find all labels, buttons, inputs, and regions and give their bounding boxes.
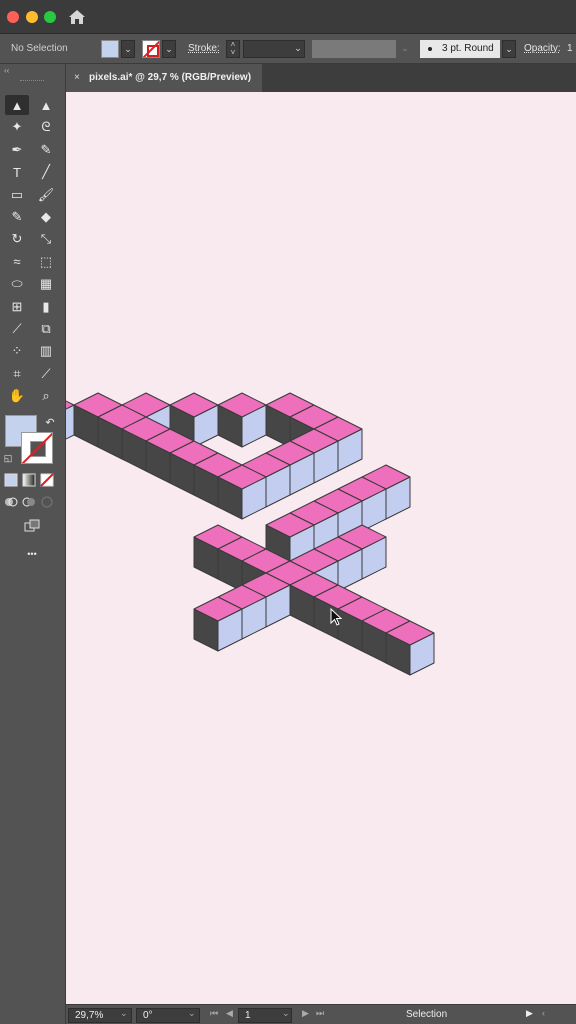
pixel-cube[interactable]	[217, 392, 267, 448]
shape-builder-tool-icon[interactable]: ⬭	[5, 274, 29, 294]
collapse-panel-icon[interactable]: ‹‹	[4, 66, 9, 75]
gradient-mode-icon[interactable]	[20, 470, 38, 490]
last-artboard-icon[interactable]: ⏭	[316, 1008, 324, 1019]
curvature-tool-icon[interactable]: ✎	[34, 140, 58, 160]
home-icon[interactable]	[66, 6, 88, 28]
variable-width-profile[interactable]	[312, 40, 396, 58]
lasso-tool-icon[interactable]: ᘓ	[34, 117, 58, 137]
status-menu-icon[interactable]: ▶	[526, 1008, 533, 1019]
pen-tool-icon[interactable]: ✒	[5, 140, 29, 160]
control-bar: No Selection ⌄ ⌄ Stroke: ˄ ˅ ⌄ ⌄ 3 pt. Ro…	[0, 34, 576, 64]
fill-dropdown[interactable]: ⌄	[121, 40, 135, 58]
column-graph-tool-icon[interactable]: ▥	[34, 341, 58, 361]
blend-tool-icon[interactable]: ⧉	[34, 319, 58, 339]
draw-behind-icon[interactable]	[20, 492, 38, 512]
rotate-tool-icon[interactable]: ↻	[5, 229, 29, 249]
stroke-indicator[interactable]	[21, 432, 53, 464]
paintbrush-tool-icon[interactable]: 🖌	[34, 185, 58, 205]
free-transform-tool-icon[interactable]: ⬚	[34, 252, 58, 272]
panel-grip[interactable]	[20, 80, 44, 82]
artboard-tool-icon[interactable]: ⌗	[5, 364, 29, 384]
document-tab[interactable]: × pixels.ai* @ 29,7 % (RGB/Preview)	[66, 64, 262, 92]
next-artboard-icon[interactable]: ▶	[302, 1008, 309, 1019]
mesh-tool-icon[interactable]: ⊞	[5, 297, 29, 317]
document-tab-bar: × pixels.ai* @ 29,7 % (RGB/Preview)	[66, 64, 576, 92]
brush-definition[interactable]: 3 pt. Round	[420, 40, 500, 58]
rotation-dropdown-icon[interactable]: ⌄	[188, 1008, 196, 1019]
tools-panel: ‹‹ ▲ ▲ ✦ ᘓ ✒ ✎ T ╱ ▭ 🖌 ✎ ◆ ↻ ⤡ ≈ ⬚ ⬭ ▦ ⊞ ▮ ⟋ ⧉ ⁘ ▥ ⌗ ⟋ ✋ ⌕ ↶ ◱ •••	[0, 64, 66, 1024]
status-bar: 29,7% ⌄ 0° ⌄ ⏮ ◀ 1 ⌄ ▶ ⏭ Selection ▶ ‹	[66, 1004, 576, 1024]
pixel-cube[interactable]	[66, 393, 75, 447]
artboard-dropdown-icon[interactable]: ⌄	[282, 1008, 290, 1019]
warp-tool-icon[interactable]: ≈	[5, 252, 29, 272]
stroke-color-swatch[interactable]	[142, 40, 160, 58]
direct-selection-tool-icon[interactable]: ▲	[34, 95, 58, 115]
draw-inside-icon[interactable]	[38, 492, 56, 512]
slice-tool-icon[interactable]: ⟋	[34, 364, 58, 384]
eraser-tool-icon[interactable]: ◆	[34, 207, 58, 227]
pixel-cube[interactable]	[217, 464, 267, 520]
cube-right-face	[66, 404, 75, 440]
current-tool-status: Selection	[406, 1009, 448, 1020]
zoom-tool-icon[interactable]: ⌕	[34, 386, 58, 406]
status-collapse-icon[interactable]: ‹	[542, 1008, 545, 1018]
scale-tool-icon[interactable]: ⤡	[34, 229, 58, 249]
stroke-color-dropdown[interactable]: ⌄	[162, 40, 176, 58]
variable-width-dropdown[interactable]: ⌄	[398, 40, 412, 58]
brush-dropdown[interactable]: ⌄	[502, 40, 516, 58]
type-tool-icon[interactable]: T	[5, 162, 29, 182]
none-mode-icon[interactable]	[38, 470, 56, 490]
rectangle-tool-icon[interactable]: ▭	[5, 185, 29, 205]
document-tab-title: pixels.ai* @ 29,7 % (RGB/Preview)	[89, 72, 252, 83]
shaper-tool-icon[interactable]: ✎	[5, 207, 29, 227]
pixel-cube[interactable]	[385, 620, 435, 676]
swap-fill-stroke-icon[interactable]: ↶	[38, 412, 62, 432]
eyedropper-tool-icon[interactable]: ⟋	[5, 319, 29, 339]
isometric-pixel-artwork[interactable]	[66, 92, 576, 1004]
screen-mode-icon[interactable]	[20, 516, 44, 536]
more-tools-icon[interactable]: •••	[20, 544, 44, 564]
stroke-weight-stepper[interactable]: ˄ ˅	[226, 40, 240, 58]
first-artboard-icon[interactable]: ⏮	[210, 1008, 218, 1019]
hand-tool-icon[interactable]: ✋	[5, 386, 29, 406]
magic-wand-tool-icon[interactable]: ✦	[5, 117, 29, 137]
title-bar	[0, 0, 576, 34]
close-tab-icon[interactable]: ×	[74, 64, 80, 92]
pixel-cube[interactable]	[193, 596, 243, 652]
symbol-sprayer-tool-icon[interactable]: ⁘	[5, 341, 29, 361]
close-window-button[interactable]	[7, 11, 19, 23]
minimize-window-button[interactable]	[26, 11, 38, 23]
opacity-label[interactable]: Opacity:	[524, 43, 561, 54]
maximize-window-button[interactable]	[44, 11, 56, 23]
line-tool-icon[interactable]: ╱	[34, 162, 58, 182]
selection-tool-icon[interactable]: ▲	[5, 95, 29, 115]
mouse-cursor-icon	[330, 608, 343, 626]
artboard-canvas[interactable]	[66, 92, 576, 1004]
opacity-value[interactable]: 1	[567, 43, 573, 54]
fill-color-swatch[interactable]	[101, 40, 119, 58]
stroke-label[interactable]: Stroke:	[188, 43, 220, 54]
stroke-weight-dropdown[interactable]: ⌄	[291, 40, 305, 58]
default-fill-stroke-icon[interactable]: ◱	[0, 448, 16, 468]
selection-status: No Selection	[11, 43, 68, 54]
stroke-indicator-hole	[30, 441, 46, 457]
zoom-dropdown-icon[interactable]: ⌄	[120, 1008, 128, 1019]
gradient-tool-icon[interactable]: ▮	[34, 297, 58, 317]
color-mode-icon[interactable]	[2, 470, 20, 490]
draw-normal-icon[interactable]	[2, 492, 20, 512]
brush-dot-icon	[428, 47, 432, 51]
perspective-grid-tool-icon[interactable]: ▦	[34, 274, 58, 294]
previous-artboard-icon[interactable]: ◀	[226, 1008, 233, 1019]
